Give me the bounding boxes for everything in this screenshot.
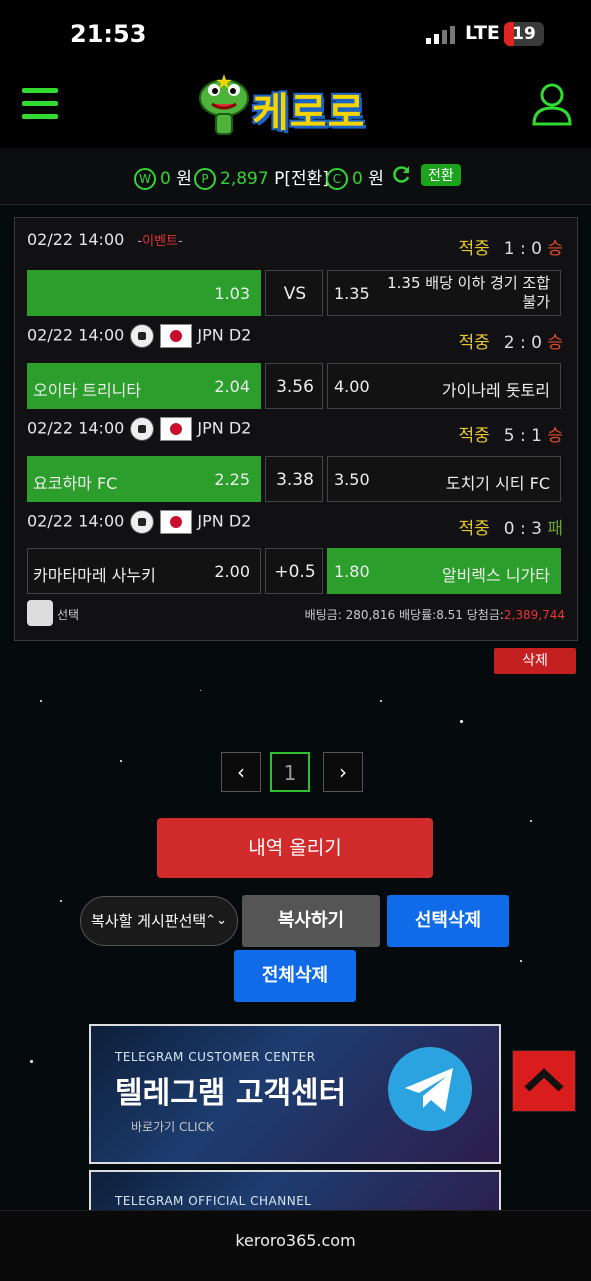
draw-pick[interactable]: VS xyxy=(265,270,323,316)
league-label: JPN D2 xyxy=(197,418,252,438)
won-balance: W0 원 xyxy=(134,164,192,190)
soccer-ball-icon xyxy=(130,510,155,534)
select-label: 선택 xyxy=(57,608,80,622)
home-pick[interactable]: 1.03 xyxy=(27,270,261,316)
delete-all-button[interactable]: 전체삭제 xyxy=(234,950,356,1002)
current-page[interactable]: 1 xyxy=(270,752,310,792)
bet-history-panel: 02/22 14:00 -이벤트- 적중 1 : 0 승 1.03 VS 1.35… xyxy=(14,217,578,641)
prev-page-button[interactable]: ‹ xyxy=(221,752,261,792)
draw-pick[interactable]: 3.38 xyxy=(265,456,323,502)
soccer-ball-icon xyxy=(130,417,155,441)
banner-link: 바로가기 CLICK xyxy=(131,1120,214,1134)
bet-summary: 배팅금: 280,816 배당률:8.51 당첨금:2,389,744 xyxy=(304,608,565,622)
draw-pick[interactable]: 3.56 xyxy=(265,363,323,409)
select-chevron-icon: ⌃⌄ xyxy=(205,913,227,928)
board-select[interactable]: 복사할 게시판선택 ⌃⌄ xyxy=(80,896,238,946)
user-icon[interactable] xyxy=(530,82,574,126)
telegram-customer-center-banner[interactable]: TELEGRAM CUSTOMER CENTER 텔레그램 고객센터 바로가기 … xyxy=(89,1024,501,1164)
coin-icon: C xyxy=(326,168,348,190)
home-pick[interactable]: 카마타마레 사누키 2.00 xyxy=(27,548,261,594)
select-checkbox[interactable] xyxy=(27,600,53,626)
url-bar[interactable]: keroro365.com xyxy=(0,1231,591,1250)
japan-flag-icon xyxy=(160,324,193,348)
site-header: 케로로 xyxy=(0,68,591,149)
point-icon: P xyxy=(194,168,216,190)
bet-row-header: 02/22 14:00 JPN D2 xyxy=(27,324,251,348)
browser-footer: keroro365.com xyxy=(0,1210,591,1281)
battery-level: 19 xyxy=(512,24,536,44)
japan-flag-icon xyxy=(160,510,193,534)
points-bar: W0 원 P 2,897 P[전환] C0 원 전환 xyxy=(0,148,591,205)
banner-title: 텔레그램 고객센터 xyxy=(115,1076,347,1111)
soccer-ball-icon xyxy=(130,324,155,348)
bet-row-header: 02/22 14:00 JPN D2 xyxy=(27,510,251,534)
logo-text: 케로로 xyxy=(252,90,366,136)
away-pick[interactable]: 3.50 도치기 시티 FC xyxy=(327,456,561,502)
scroll-top-button[interactable] xyxy=(512,1050,576,1112)
won-icon: W xyxy=(134,168,156,190)
site-logo[interactable]: 케로로 xyxy=(196,72,396,142)
bet-result: 적중 2 : 0 승 xyxy=(458,333,564,353)
league-label: 이벤트 xyxy=(142,234,178,249)
home-pick[interactable]: 요코하마 FC 2.25 xyxy=(27,456,261,502)
bet-result: 적중 5 : 1 승 xyxy=(458,426,564,446)
handicap-pick[interactable]: +0.5 xyxy=(265,548,323,594)
bet-row-header: 02/22 14:00 JPN D2 xyxy=(27,417,251,441)
japan-flag-icon xyxy=(160,417,193,441)
point-balance[interactable]: P 2,897 P[전환] xyxy=(194,164,329,190)
clock: 21:53 xyxy=(70,20,147,48)
delete-button[interactable]: 삭제 xyxy=(494,648,576,674)
next-page-button[interactable]: › xyxy=(323,752,363,792)
away-pick[interactable]: 4.00 가이나레 돗토리 xyxy=(327,363,561,409)
bet-result: 적중 0 : 3 패 xyxy=(458,519,564,539)
coin-balance: C0 원 xyxy=(326,164,384,190)
chevron-up-icon xyxy=(524,1068,564,1092)
away-pick[interactable]: 1.35 1.35 배당 이하 경기 조합 불가 xyxy=(327,270,561,316)
refresh-icon[interactable] xyxy=(392,164,412,184)
bet-row-header: 02/22 14:00 -이벤트- xyxy=(27,230,183,249)
convert-button[interactable]: 전환 xyxy=(421,164,461,186)
away-pick[interactable]: 1.80 알비렉스 니가타 xyxy=(327,548,561,594)
status-bar: 21:53 LTE 19 xyxy=(0,0,591,68)
network-label: LTE xyxy=(465,22,500,44)
signal-icon xyxy=(426,26,455,44)
league-label: JPN D2 xyxy=(197,511,252,531)
select-delete-button[interactable]: 선택삭제 xyxy=(387,895,509,947)
frog-mascot-icon xyxy=(199,74,249,135)
league-label: JPN D2 xyxy=(197,325,252,345)
home-pick[interactable]: 오이타 트리니타 2.04 xyxy=(27,363,261,409)
telegram-icon xyxy=(388,1047,472,1131)
upload-history-button[interactable]: 내역 올리기 xyxy=(157,818,433,878)
bet-result: 적중 1 : 0 승 xyxy=(458,239,564,259)
copy-button[interactable]: 복사하기 xyxy=(242,895,380,947)
battery-icon: 19 xyxy=(504,22,544,46)
hamburger-icon[interactable] xyxy=(22,88,58,122)
